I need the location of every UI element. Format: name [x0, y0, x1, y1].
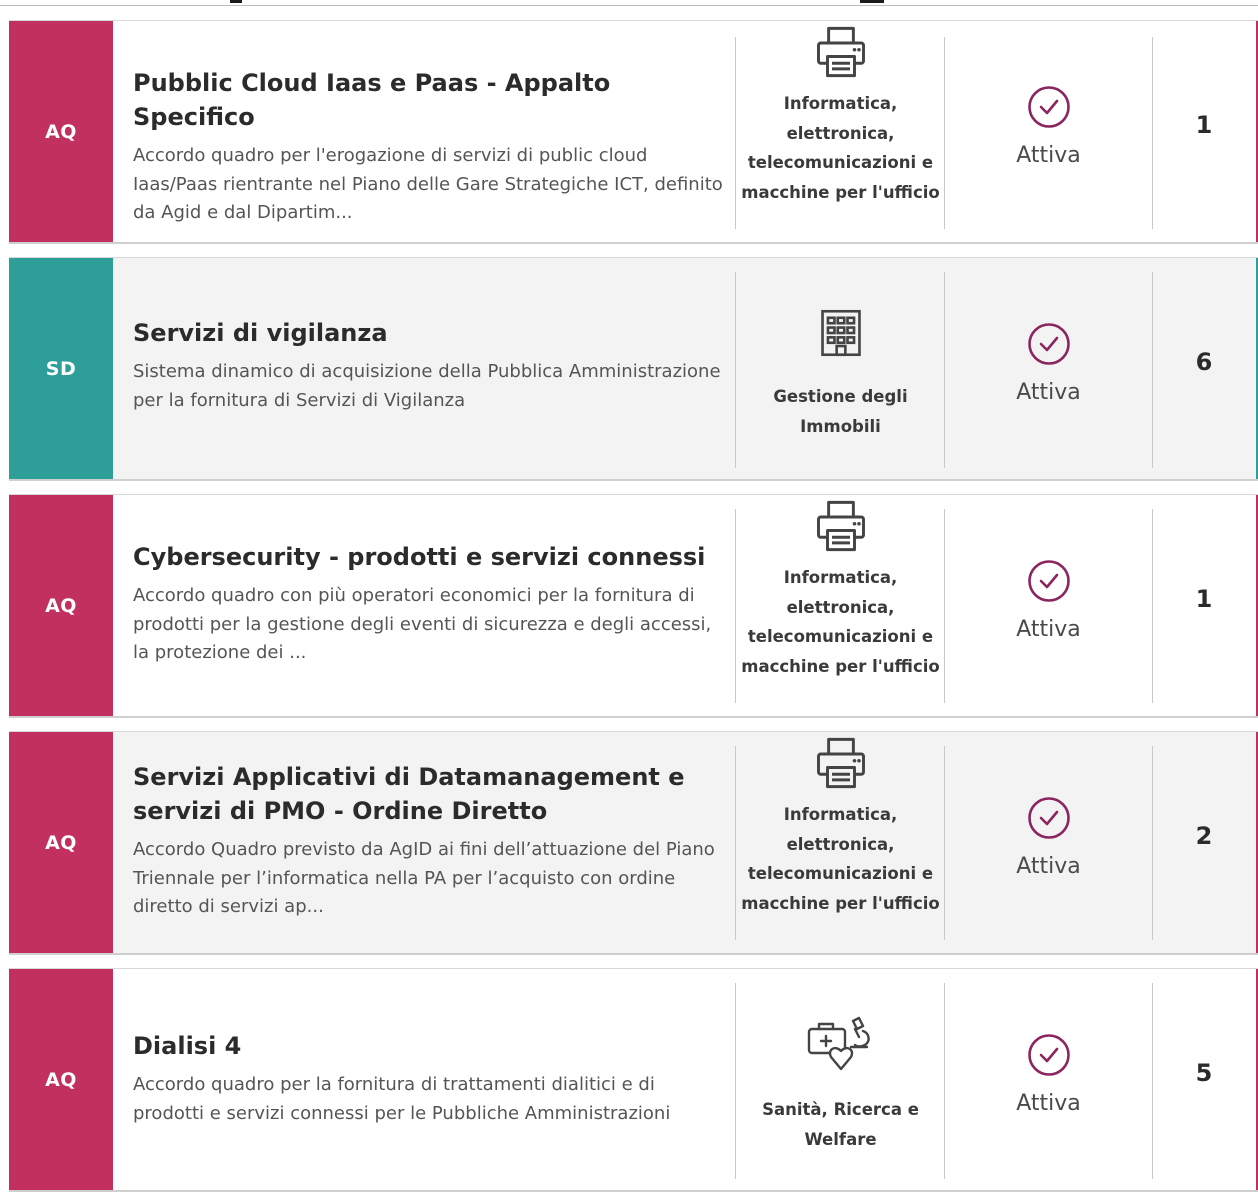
item-title[interactable]: Servizi Applicativi di Datamanagement e …	[133, 760, 723, 828]
status-label: Attiva	[1016, 380, 1081, 405]
item-count: 1	[1195, 585, 1213, 613]
check-circle-icon	[1027, 560, 1070, 602]
category-label: Gestione degli Immobili	[773, 387, 908, 436]
printer-icon	[816, 26, 865, 78]
list-item[interactable]: SD Servizi di vigilanza Sistema dinamico…	[9, 257, 1258, 481]
item-count: 5	[1195, 1059, 1213, 1087]
status-label: Attiva	[1016, 617, 1081, 642]
category-label: Informatica, elettronica, telecomunicazi…	[741, 568, 940, 676]
check-circle-icon	[1027, 323, 1070, 365]
type-badge: AQ	[9, 495, 113, 716]
category-label: Sanità, Ricerca e Welfare	[762, 1100, 919, 1149]
building-icon	[820, 309, 861, 357]
item-count: 1	[1195, 111, 1213, 139]
status-label: Attiva	[1016, 1091, 1081, 1116]
printer-icon	[816, 500, 865, 552]
status-label: Attiva	[1016, 854, 1081, 879]
item-title[interactable]: Dialisi 4	[133, 1029, 723, 1063]
item-title[interactable]: Pubblic Cloud Iaas e Paas - Appalto Spec…	[133, 66, 723, 134]
list-item[interactable]: AQ Servizi Applicativi di Datamanagement…	[9, 731, 1258, 955]
check-circle-icon	[1027, 86, 1070, 128]
list-item[interactable]: AQ Pubblic Cloud Iaas e Paas - Appalto S…	[9, 20, 1258, 244]
type-badge: SD	[9, 258, 113, 479]
type-badge: AQ	[9, 732, 113, 953]
check-circle-icon	[1027, 797, 1070, 839]
list-item[interactable]: AQ Cybersecurity - prodotti e servizi co…	[9, 494, 1258, 718]
item-description: Accordo quadro per l'erogazione di servi…	[133, 145, 723, 223]
category-label: Informatica, elettronica, telecomunicazi…	[741, 805, 940, 913]
healthcare-icon	[807, 1016, 870, 1071]
category-label: Informatica, elettronica, telecomunicazi…	[741, 94, 940, 202]
item-description: Accordo quadro con più operatori economi…	[133, 585, 712, 663]
item-description: Sistema dinamico di acquisizione della P…	[133, 361, 721, 411]
printer-icon	[816, 737, 865, 789]
initiatives-list: AQ Pubblic Cloud Iaas e Paas - Appalto S…	[0, 0, 1258, 1192]
check-circle-icon	[1027, 1034, 1070, 1076]
type-badge: AQ	[9, 969, 113, 1190]
item-description: Accordo quadro per la fornitura di tratt…	[133, 1074, 671, 1124]
type-badge: AQ	[9, 21, 113, 242]
list-item[interactable]: AQ Dialisi 4 Accordo quadro per la forni…	[9, 968, 1258, 1192]
item-count: 6	[1195, 348, 1213, 376]
item-title[interactable]: Servizi di vigilanza	[133, 316, 723, 350]
item-count: 2	[1195, 822, 1213, 850]
item-description: Accordo Quadro previsto da AgID ai fini …	[133, 839, 715, 917]
status-label: Attiva	[1016, 143, 1081, 168]
item-title[interactable]: Cybersecurity - prodotti e servizi conne…	[133, 540, 723, 574]
